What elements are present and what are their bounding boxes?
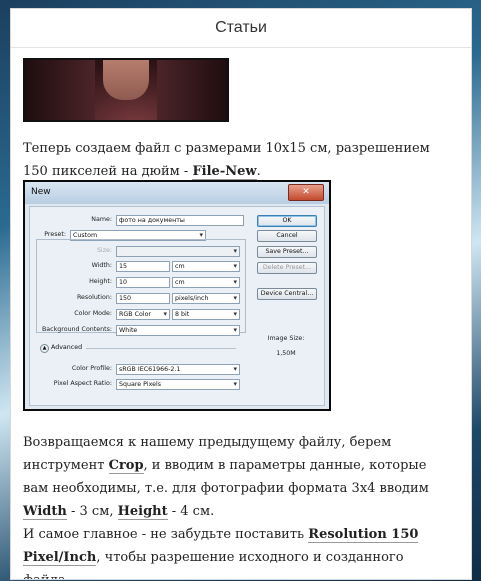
background-select[interactable]: White xyxy=(116,325,240,336)
cancel-button[interactable]: Cancel xyxy=(257,230,317,242)
name-field[interactable]: фото на документы xyxy=(116,215,244,226)
articles-card: Статьи Теперь создаем файл с размерами 1… xyxy=(10,8,472,580)
color-mode-label: Color Mode: xyxy=(74,310,112,317)
dialog-titlebar: New ✕ xyxy=(25,182,329,204)
size-select[interactable] xyxy=(116,246,240,257)
width-field[interactable]: 15 xyxy=(116,261,170,272)
ok-button[interactable]: OK xyxy=(257,215,317,227)
pixel-aspect-select[interactable]: Square Pixels xyxy=(116,379,240,390)
color-mode-select[interactable]: RGB Color xyxy=(116,309,170,320)
image-size-label: Image Size: xyxy=(267,335,305,342)
bit-depth-select[interactable]: 8 bit xyxy=(172,309,240,320)
save-preset-button[interactable]: Save Preset... xyxy=(257,246,317,258)
article-photo xyxy=(23,58,229,122)
paragraph-1: Теперь создаем файл с размерами 10х15 см… xyxy=(23,141,430,180)
paragraph-2: Возвращаемся к нашему предыдущему файлу,… xyxy=(23,435,429,579)
size-label: Size: xyxy=(96,247,112,254)
image-size-value: 1,50M xyxy=(276,350,296,357)
height-field[interactable]: 10 xyxy=(116,277,170,288)
background-label: Background Contents: xyxy=(41,326,112,333)
pixel-aspect-label: Pixel Aspect Ratio: xyxy=(53,380,112,387)
color-profile-select[interactable]: sRGB IEC61966-2.1 xyxy=(116,364,240,375)
card-title: Статьи xyxy=(11,9,471,48)
advanced-toggle[interactable]: ▲ Advanced xyxy=(40,344,82,353)
resolution-label: Resolution: xyxy=(76,294,112,301)
crop-term: Crop xyxy=(108,458,144,474)
new-document-dialog: New ✕ Name: фото на документы Preset: Cu… xyxy=(23,180,331,411)
close-icon[interactable]: ✕ xyxy=(288,184,324,201)
resolution-field[interactable]: 150 xyxy=(116,293,170,304)
file-new-term: File-New xyxy=(192,164,257,180)
chevron-up-icon: ▲ xyxy=(40,344,49,353)
color-profile-label: Color Profile: xyxy=(71,365,112,372)
width-unit-select[interactable]: cm xyxy=(172,261,240,272)
delete-preset-button[interactable]: Delete Preset... xyxy=(257,262,317,274)
resolution-unit-select[interactable]: pixels/inch xyxy=(172,293,240,304)
device-central-button[interactable]: Device Central... xyxy=(257,288,317,300)
width-term: Width xyxy=(23,504,67,520)
height-term: Height xyxy=(117,504,168,520)
name-label: Name: xyxy=(91,216,112,223)
dialog-body: Name: фото на документы Preset: Custom S… xyxy=(29,206,325,406)
dialog-title: New xyxy=(31,187,51,197)
advanced-label: Advanced xyxy=(51,344,83,351)
width-label: Width: xyxy=(91,262,112,269)
height-label: Height: xyxy=(89,278,112,285)
advanced-divider xyxy=(86,348,236,349)
preset-label: Preset: xyxy=(44,231,66,238)
height-unit-select[interactable]: cm xyxy=(172,277,240,288)
